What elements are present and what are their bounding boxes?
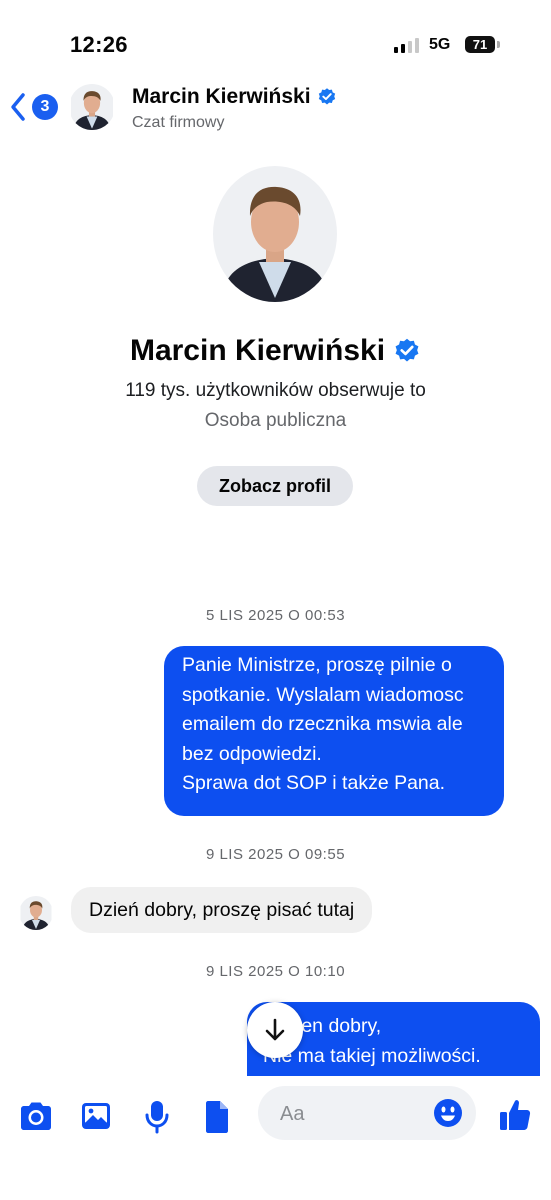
header-contact-name: Marcin Kierwiński — [132, 85, 337, 109]
profile-name-text: Marcin Kierwiński — [129, 334, 386, 367]
status-bar: 12:26 5G 71 — [0, 0, 551, 70]
message-line: Nie ma takiej możliwości. — [263, 1044, 481, 1067]
outgoing-message[interactable]: Panie Ministrze, proszę pilnie o spotkan… — [164, 646, 504, 816]
message-line: spotkanie. Wyslalam wiadomosc — [182, 683, 464, 706]
message-timestamp: 9 LIS 2025 O 09:55 — [205, 846, 346, 863]
arrow-down-icon — [265, 1018, 285, 1041]
header-name-text: Marcin Kierwiński — [132, 85, 311, 108]
chat-header: 3 Marcin Kierwiński Czat firmowy — [0, 72, 551, 142]
header-avatar[interactable] — [69, 84, 115, 130]
battery-level: 71 — [465, 36, 495, 53]
message-input-field[interactable] — [258, 1086, 476, 1142]
status-time: 12:26 — [70, 32, 128, 57]
message-line: bez odpowiedzi. — [182, 742, 322, 765]
thumbs-up-icon[interactable] — [498, 1098, 532, 1132]
unread-count-badge: 3 — [32, 94, 58, 120]
view-profile-button[interactable]: Zobacz profil — [197, 466, 353, 506]
profile-name: Marcin Kierwiński — [0, 334, 551, 368]
document-icon[interactable] — [204, 1100, 230, 1134]
message-line: Sprawa dot SOP i także Pana. — [182, 772, 446, 794]
incoming-message[interactable]: Dzień dobry, proszę pisać tutaj — [71, 887, 373, 933]
back-chevron-icon — [11, 93, 25, 121]
message-line: ien dobry, — [297, 1015, 382, 1037]
profile-followers: 119 tys. użytkowników obserwuje to — [125, 380, 426, 401]
signal-icon — [394, 37, 424, 53]
profile-avatar[interactable] — [213, 166, 337, 302]
message-input[interactable] — [278, 1086, 432, 1142]
profile-category: Osoba publiczna — [204, 410, 347, 431]
message-line: emailem do rzecznika mswia ale — [182, 713, 463, 735]
camera-icon[interactable] — [18, 1100, 54, 1132]
battery-icon: 71 — [465, 36, 501, 53]
message-line: Panie Ministrze, proszę pilnie o — [182, 654, 452, 676]
microphone-icon[interactable] — [144, 1100, 170, 1134]
scroll-to-bottom-button[interactable] — [247, 1002, 303, 1058]
contact-avatar[interactable] — [19, 896, 53, 930]
message-timestamp: 5 LIS 2025 O 00:53 — [205, 607, 346, 624]
emoji-icon[interactable] — [433, 1098, 463, 1128]
verified-badge-icon — [395, 338, 419, 362]
gallery-icon[interactable] — [80, 1100, 112, 1132]
network-type: 5G — [429, 36, 451, 53]
verified-badge-icon — [318, 88, 335, 105]
message-composer — [0, 1076, 551, 1200]
back-button[interactable]: 3 — [10, 90, 60, 126]
header-subtitle: Czat firmowy — [132, 114, 225, 131]
message-timestamp: 9 LIS 2025 O 10:10 — [205, 963, 346, 980]
